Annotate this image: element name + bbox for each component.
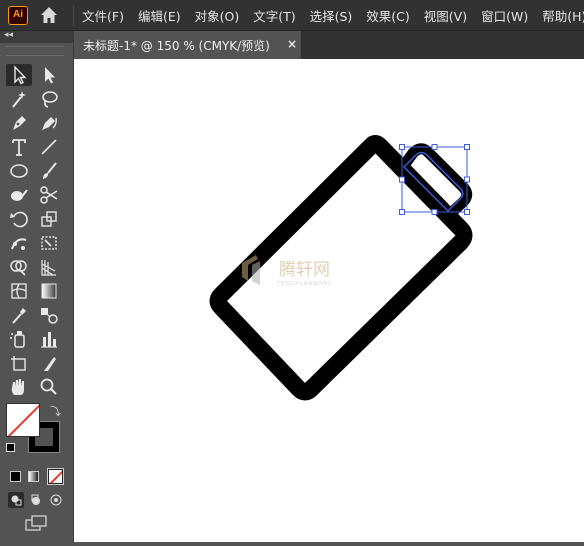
slice-tool-icon[interactable]	[36, 352, 62, 374]
zoom-tool-icon[interactable]	[36, 376, 62, 398]
menu-view[interactable]: 视图(V)	[424, 6, 467, 25]
artboard-canvas[interactable]: 腾轩网 TENGXUANWANG	[74, 59, 584, 542]
blend-tool-icon[interactable]	[36, 304, 62, 326]
gradient-tool-icon[interactable]	[36, 280, 62, 302]
menu-bar: Ai 文件(F) 编辑(E) 对象(O) 文字(T) 选择(S) 效果(C) 视…	[0, 0, 584, 31]
symbol-sprayer-tool-icon[interactable]	[6, 328, 32, 350]
menu-object[interactable]: 对象(O)	[195, 6, 240, 25]
watermark: 腾轩网 TENGXUANWANG	[242, 255, 333, 287]
watermark-subtext: TENGXUANWANG	[276, 281, 333, 287]
menu-window[interactable]: 窗口(W)	[481, 6, 528, 25]
handle-bottom-right	[464, 209, 470, 215]
artwork: 腾轩网 TENGXUANWANG	[209, 135, 473, 401]
artboard-tool-icon[interactable]	[6, 352, 32, 374]
menu-edit[interactable]: 编辑(E)	[138, 6, 181, 25]
menu-type[interactable]: 文字(T)	[253, 6, 295, 25]
mesh-tool-icon[interactable]	[6, 280, 32, 302]
color-mode-buttons	[6, 468, 66, 485]
type-tool-icon[interactable]	[6, 136, 32, 158]
color-mode-none[interactable]	[47, 468, 64, 485]
handle-top-center	[431, 144, 438, 150]
handle-bottom-center	[431, 209, 438, 215]
handle-middle-left	[399, 176, 405, 183]
menu-select[interactable]: 选择(S)	[310, 6, 353, 25]
rotate-tool-icon[interactable]	[6, 208, 32, 230]
puppet-warp-tool-icon[interactable]	[6, 232, 32, 254]
paintbrush-tool-icon[interactable]	[36, 160, 62, 182]
curvature-tool-icon[interactable]	[36, 112, 62, 134]
illustrator-logo: Ai	[8, 6, 28, 25]
shaper-tool-icon[interactable]	[6, 184, 32, 206]
document-tab[interactable]: 未标题-1* @ 150 % (CMYK/预览) ×	[74, 31, 302, 59]
tools-panel-header[interactable]: ◂◂	[0, 30, 73, 43]
draw-inside-icon[interactable]	[48, 492, 64, 508]
handle-top-left	[399, 144, 405, 150]
hand-tool-icon[interactable]	[6, 376, 32, 398]
line-segment-tool-icon[interactable]	[36, 136, 62, 158]
shape-builder-tool-icon[interactable]	[6, 256, 32, 278]
draw-mode-buttons	[6, 491, 66, 509]
close-tab-icon[interactable]: ×	[287, 37, 297, 51]
direct-selection-tool-icon[interactable]	[36, 64, 62, 86]
draw-normal-icon[interactable]	[8, 492, 24, 508]
selection-tool-icon[interactable]	[6, 64, 32, 86]
free-transform-tool-icon[interactable]	[36, 232, 62, 254]
handle-top-right	[464, 144, 470, 150]
collapse-panel-icon[interactable]: ◂◂	[4, 30, 13, 40]
column-graph-tool-icon[interactable]	[36, 328, 62, 350]
document-tab-title: 未标题-1* @ 150 % (CMYK/预览)	[83, 39, 270, 53]
scissors-tool-icon[interactable]	[36, 184, 62, 206]
draw-behind-icon[interactable]	[28, 492, 44, 508]
scale-tool-icon[interactable]	[36, 208, 62, 230]
watermark-text: 腾轩网	[279, 260, 330, 280]
menu-help[interactable]: 帮助(H)	[542, 6, 584, 25]
fill-swatch[interactable]	[6, 403, 40, 437]
pen-tool-icon[interactable]	[6, 112, 32, 134]
document-tab-bar: 未标题-1* @ 150 % (CMYK/预览) ×	[74, 31, 584, 59]
eyedropper-tool-icon[interactable]	[6, 304, 32, 326]
screen-mode-icon[interactable]	[24, 514, 50, 532]
menu-divider	[73, 6, 74, 26]
menu-file[interactable]: 文件(F)	[82, 6, 124, 25]
tools-panel: ◂◂ ⤵	[0, 30, 74, 542]
default-colors-icon[interactable]	[6, 443, 15, 452]
home-icon[interactable]	[38, 4, 60, 26]
color-mode-color[interactable]	[10, 471, 21, 482]
color-mode-gradient[interactable]	[28, 471, 39, 482]
perspective-grid-tool-icon[interactable]	[36, 256, 62, 278]
menu-items: 文件(F) 编辑(E) 对象(O) 文字(T) 选择(S) 效果(C) 视图(V…	[82, 0, 584, 31]
magic-wand-tool-icon[interactable]	[6, 88, 32, 110]
swap-fill-stroke-icon[interactable]: ⤵	[50, 403, 61, 419]
handle-middle-right	[464, 176, 470, 183]
panel-grip[interactable]	[6, 46, 64, 56]
fill-stroke-widget: ⤵	[6, 403, 64, 463]
menu-effect[interactable]: 效果(C)	[366, 6, 409, 25]
handle-bottom-left	[399, 209, 405, 215]
lasso-tool-icon[interactable]	[36, 88, 62, 110]
ellipse-tool-icon[interactable]	[6, 160, 32, 182]
